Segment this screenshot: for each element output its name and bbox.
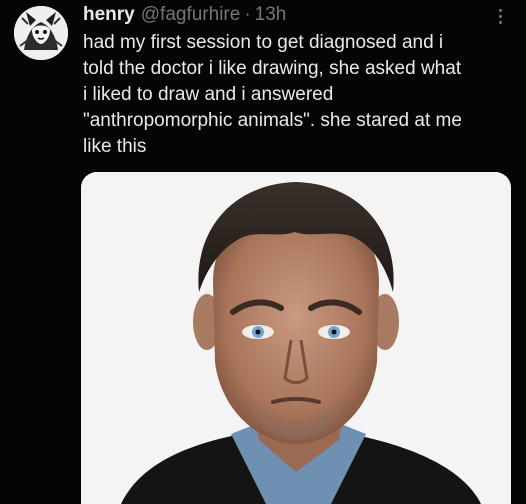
author-display-name[interactable]: henry: [83, 4, 135, 26]
tweet-media-photo[interactable]: [81, 172, 511, 504]
avatar-illustration-icon: [14, 6, 68, 60]
portrait-photo: [81, 172, 511, 504]
header-separator: ·: [244, 4, 251, 25]
more-options-icon[interactable]: [491, 6, 509, 28]
tweet-header: henry @fagfurhire · 13h: [83, 4, 286, 26]
author-handle[interactable]: @fagfurhire: [141, 4, 241, 26]
tweet-text-line: like this: [83, 136, 147, 157]
tweet-text-line: had my first session to get diagnosed an…: [83, 32, 444, 53]
tweet-text-line: told the doctor i like drawing, she aske…: [83, 58, 462, 79]
tweet-text-line: "anthropomorphic animals". she stared at…: [83, 110, 462, 131]
tweet[interactable]: henry @fagfurhire · 13h had my first ses…: [0, 0, 526, 504]
tweet-text-line: i liked to draw and i answered: [83, 84, 334, 105]
tweet-timestamp[interactable]: 13h: [255, 4, 287, 26]
author-avatar[interactable]: [14, 6, 68, 60]
tweet-text: had my first session to get diagnosed an…: [83, 30, 519, 160]
